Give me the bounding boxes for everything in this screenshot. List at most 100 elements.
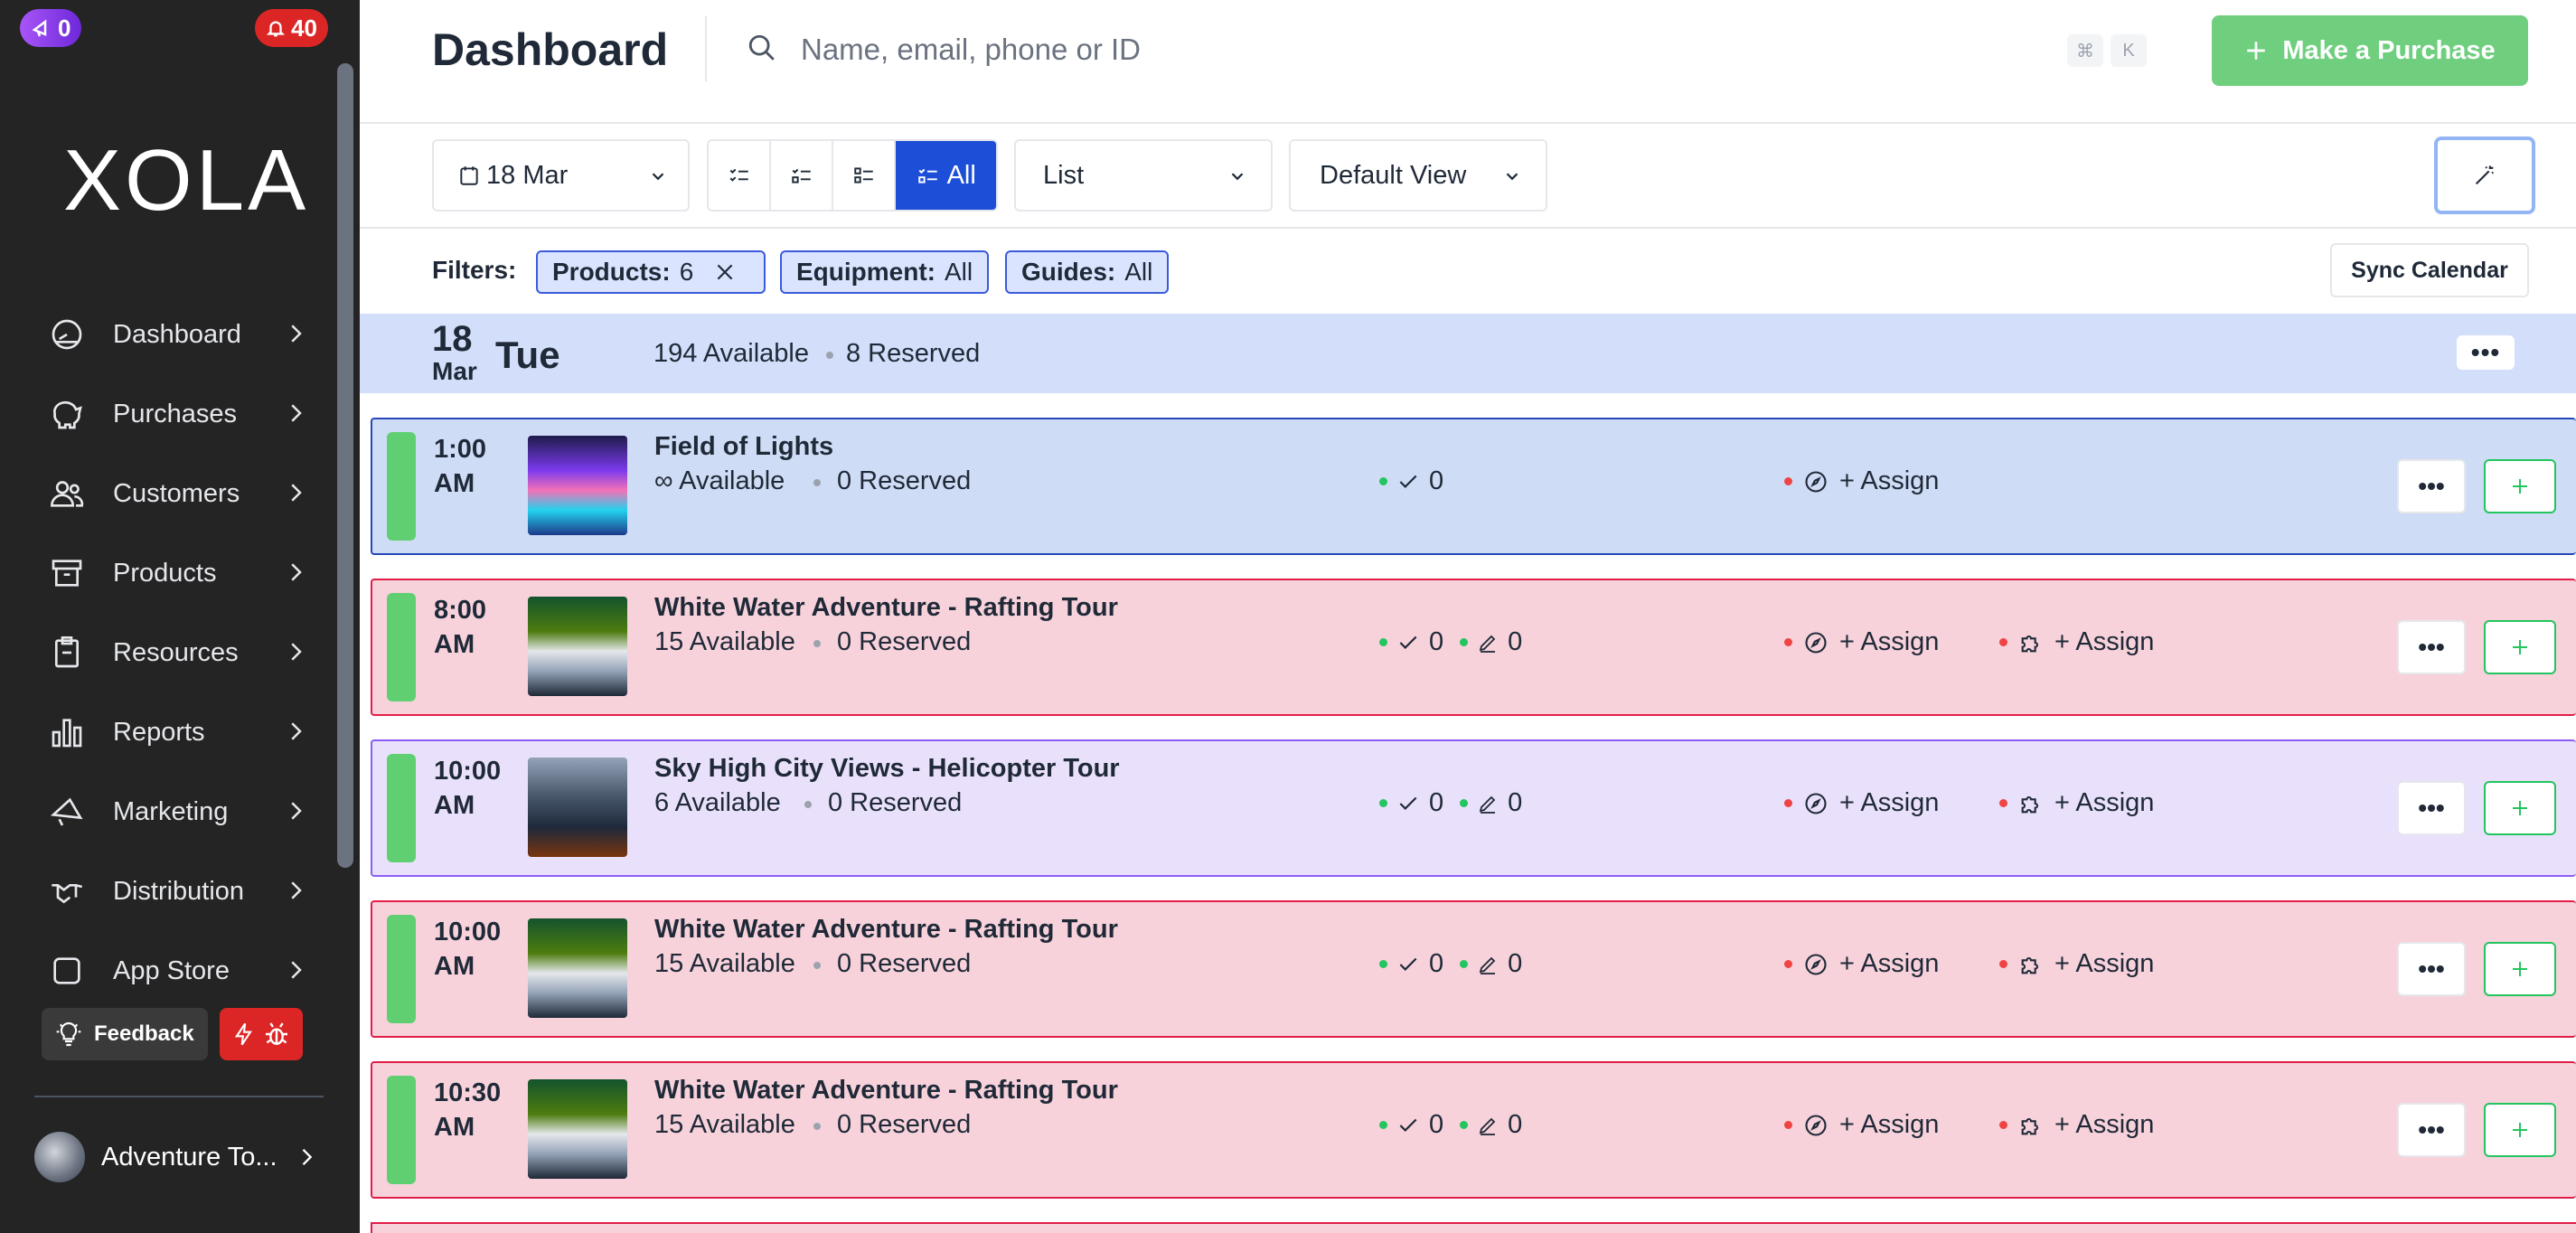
make-purchase-button[interactable]: Make a Purchase bbox=[2212, 15, 2528, 86]
checked-in-count: 0 0 bbox=[1379, 788, 1522, 818]
saved-view-select[interactable]: Default View bbox=[1289, 139, 1547, 212]
event-row[interactable]: 10:30 AM White Water Adventure - Rafting … bbox=[371, 1061, 2576, 1199]
event-name[interactable]: White Water Adventure - Rafting Tour bbox=[654, 915, 1118, 945]
sidebar-item-marketing[interactable]: Marketing bbox=[47, 785, 309, 839]
sidebar-item-distribution[interactable]: Distribution bbox=[47, 864, 309, 918]
filter-all-button[interactable]: All bbox=[896, 141, 996, 210]
speedometer-icon bbox=[47, 315, 87, 354]
puzzle-icon bbox=[2021, 635, 2039, 652]
sidebar-item-products[interactable]: Products bbox=[47, 546, 309, 600]
compass-icon bbox=[1805, 1114, 1827, 1136]
checked-in-count: 0 0 bbox=[1379, 627, 1522, 657]
event-reserved: 0 Reserved bbox=[837, 1110, 972, 1139]
chip-value: All bbox=[1124, 258, 1153, 286]
view-mode-select[interactable]: List bbox=[1014, 139, 1273, 212]
checked-in-count: 0 bbox=[1379, 466, 1443, 496]
event-time: 10:00 AM bbox=[434, 757, 502, 820]
filter-partial-button[interactable] bbox=[771, 141, 834, 210]
assign-equipment-button[interactable]: + Assign bbox=[1999, 788, 2154, 818]
filter-unchecked-button[interactable] bbox=[833, 141, 897, 210]
badge-left-count: 0 bbox=[58, 14, 71, 42]
row-more-button[interactable]: ••• bbox=[2397, 459, 2466, 513]
sidebar-item-customers[interactable]: Customers bbox=[47, 466, 309, 521]
pencil-icon bbox=[1479, 795, 1496, 814]
event-reserved: 0 Reserved bbox=[837, 466, 972, 495]
filter-chip-products[interactable]: Products: 6 bbox=[536, 250, 766, 294]
assign-guide-button[interactable]: + Assign bbox=[1784, 1110, 1939, 1140]
search-input[interactable] bbox=[801, 27, 1434, 72]
sidebar-scrollbar[interactable] bbox=[337, 63, 353, 868]
assign-equipment-button[interactable]: + Assign bbox=[1999, 627, 2154, 657]
feedback-button[interactable]: Feedback bbox=[42, 1008, 208, 1060]
event-row[interactable] bbox=[371, 1222, 2576, 1233]
sidebar-item-label: Reports bbox=[113, 717, 205, 747]
event-name[interactable]: White Water Adventure - Rafting Tour bbox=[654, 1076, 1118, 1106]
checklist-empty-icon bbox=[854, 167, 873, 184]
xola-logo[interactable]: XOLA bbox=[63, 131, 309, 231]
compass-icon bbox=[1805, 631, 1827, 654]
row-more-button[interactable]: ••• bbox=[2397, 942, 2466, 996]
sidebar-item-label: Resources bbox=[113, 637, 239, 667]
event-name[interactable]: Sky High City Views - Helicopter Tour bbox=[654, 754, 1120, 784]
notifications-badge-purple[interactable]: 0 bbox=[20, 9, 82, 47]
avatar bbox=[34, 1132, 85, 1182]
filter-checked-button[interactable] bbox=[709, 141, 772, 210]
chip-key: Products: bbox=[552, 258, 671, 286]
day-reserved: 8 Reserved bbox=[846, 339, 981, 368]
alerts-badge-red[interactable]: 40 bbox=[255, 9, 328, 47]
kbd-k-key: K bbox=[2111, 34, 2147, 67]
chevron-down-icon bbox=[1231, 173, 1244, 181]
filter-chip-equipment[interactable]: Equipment: All bbox=[780, 250, 990, 294]
sidebar-item-resources[interactable]: Resources bbox=[47, 626, 309, 680]
chip-key: Guides: bbox=[1021, 258, 1116, 286]
event-available: ∞ Available bbox=[654, 466, 785, 495]
event-thumbnail bbox=[528, 918, 627, 1018]
sidebar-item-purchases[interactable]: Purchases bbox=[47, 387, 309, 441]
row-add-button[interactable] bbox=[2484, 620, 2556, 674]
assign-guide-button[interactable]: + Assign bbox=[1784, 949, 1939, 979]
assign-equipment-button[interactable]: + Assign bbox=[1999, 1110, 2154, 1140]
row-more-button[interactable]: ••• bbox=[2397, 1103, 2466, 1157]
magic-wand-button[interactable] bbox=[2434, 136, 2535, 214]
event-row[interactable]: 8:00 AM White Water Adventure - Rafting T… bbox=[371, 579, 2576, 716]
row-add-button[interactable] bbox=[2484, 1103, 2556, 1157]
page-title: Dashboard bbox=[432, 24, 669, 75]
sidebar-item-dashboard[interactable]: Dashboard bbox=[47, 307, 309, 362]
chip-value: All bbox=[945, 258, 973, 286]
assign-guide-button[interactable]: + Assign bbox=[1784, 627, 1939, 657]
event-row[interactable]: 10:00 AM White Water Adventure - Rafting … bbox=[371, 900, 2576, 1038]
separator-dot bbox=[813, 479, 821, 486]
event-name[interactable]: Field of Lights bbox=[654, 432, 833, 462]
account-switcher[interactable]: Adventure To... bbox=[34, 1132, 319, 1182]
sidebar-item-label: App Store bbox=[113, 955, 230, 985]
assign-guide-button[interactable]: + Assign bbox=[1784, 788, 1939, 818]
chevron-right-icon bbox=[291, 802, 302, 820]
sidebar-item-label: Distribution bbox=[113, 876, 245, 906]
report-bug-button[interactable] bbox=[220, 1008, 303, 1060]
assign-equipment-button[interactable]: + Assign bbox=[1999, 949, 2154, 979]
day-more-button[interactable]: ••• bbox=[2457, 335, 2515, 370]
feedback-label: Feedback bbox=[94, 1021, 194, 1046]
event-status-bar bbox=[387, 754, 416, 862]
close-icon[interactable] bbox=[713, 260, 737, 284]
assign-guide-button[interactable]: + Assign bbox=[1784, 466, 1939, 496]
kbd-command-key: ⌘ bbox=[2067, 34, 2103, 67]
make-purchase-label: Make a Purchase bbox=[2282, 35, 2496, 65]
row-add-button[interactable] bbox=[2484, 781, 2556, 835]
row-add-button[interactable] bbox=[2484, 459, 2556, 513]
row-add-button[interactable] bbox=[2484, 942, 2556, 996]
event-name[interactable]: White Water Adventure - Rafting Tour bbox=[654, 593, 1118, 623]
filter-chip-guides[interactable]: Guides: All bbox=[1005, 250, 1170, 294]
row-more-button[interactable]: ••• bbox=[2397, 620, 2466, 674]
sidebar-item-label: Products bbox=[113, 558, 217, 588]
sidebar-item-app-store[interactable]: App Store bbox=[47, 944, 309, 998]
sidebar-item-reports[interactable]: Reports bbox=[47, 705, 309, 759]
chevron-down-icon bbox=[1506, 173, 1518, 181]
date-picker[interactable]: 18 Mar bbox=[432, 139, 690, 212]
event-row[interactable]: 1:00 AM Field of Lights ∞ Available 0 Res… bbox=[371, 418, 2576, 555]
check-icon bbox=[1399, 475, 1417, 488]
pencil-icon bbox=[1479, 635, 1496, 653]
sync-calendar-button[interactable]: Sync Calendar bbox=[2330, 243, 2529, 297]
event-row[interactable]: 10:00 AM Sky High City Views - Helicopter… bbox=[371, 739, 2576, 877]
row-more-button[interactable]: ••• bbox=[2397, 781, 2466, 835]
